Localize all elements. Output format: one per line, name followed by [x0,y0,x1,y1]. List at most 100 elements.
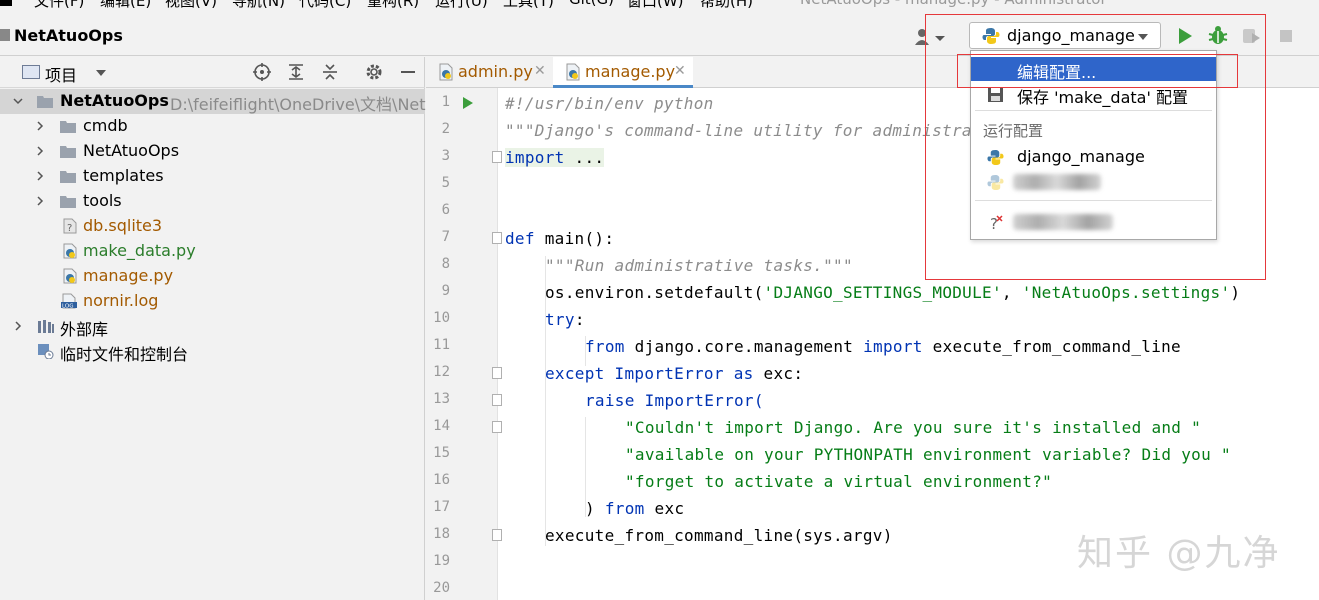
tree-file-manage[interactable]: manage.py [0,264,425,289]
config-item-blurred[interactable] [971,170,1216,194]
debug-icon[interactable] [1207,25,1229,47]
folder-icon [0,29,10,41]
menu-code[interactable]: 代码(C) [299,0,351,10]
window-title: NetAtuoOps - manage.py - Administrator [800,0,1107,8]
minimize-icon[interactable] [398,62,418,82]
run-config-selector[interactable]: django_manage [969,22,1161,49]
tree-external-libraries[interactable]: 外部库 [0,314,425,339]
gear-icon[interactable] [364,62,384,82]
folder-icon [60,121,76,133]
fold-marker-icon[interactable] [492,421,502,433]
chevron-down-icon[interactable] [12,95,24,107]
svg-text:?: ? [990,215,998,231]
library-icon [38,320,54,333]
fold-marker-icon[interactable] [492,394,502,406]
chevron-right-icon[interactable] [34,195,46,207]
chevron-down-icon[interactable] [96,70,106,76]
python-icon [982,28,1000,44]
line-number: 19 [433,553,450,569]
line-number: 16 [433,472,450,488]
chevron-right-icon[interactable] [12,320,24,332]
project-tool-window: 项目 NetAtuoOps D:\feifeiflight\OneDrive\文… [0,57,426,600]
tree-file-label: db.sqlite3 [83,216,163,235]
run-gutter-icon[interactable] [462,96,474,110]
line-number: 17 [433,499,450,515]
line-number: 2 [441,121,450,137]
user-icon[interactable] [913,27,947,47]
stop-icon[interactable] [1276,25,1298,47]
project-panel-header: 项目 [0,57,425,88]
locate-file-icon[interactable] [252,62,272,82]
tree-file-label: nornir.log [83,291,159,310]
code-line-12: except ImportError as exc: [545,364,804,383]
line-number: 10 [433,310,450,326]
config-item-django-manage[interactable]: django_manage [971,145,1216,169]
menu-window[interactable]: 窗口(W) [627,0,684,10]
code-line-14: "Couldn't import Django. Are you sure it… [625,418,1202,437]
chevron-right-icon[interactable] [34,120,46,132]
python-file-icon [439,63,453,81]
menu-view[interactable]: 视图(V) [165,0,217,10]
python-icon [987,174,1004,191]
edit-configurations-label: 编辑配置... [1017,63,1097,82]
line-number: 13 [433,391,450,407]
tree-folder-templates[interactable]: templates [0,164,425,189]
collapse-all-icon[interactable] [320,62,340,82]
scratches-icon [38,344,54,359]
code-line-2: """Django's command-line utility for adm… [505,121,972,140]
fold-marker-icon[interactable] [492,151,502,163]
line-number: 3 [441,148,450,164]
menu-file[interactable]: 文件(F) [34,0,84,10]
menu-run[interactable]: 运行(U) [435,0,488,10]
chevron-right-icon[interactable] [34,170,46,182]
tree-file-db-sqlite3[interactable]: ? db.sqlite3 [0,214,425,239]
tree-file-label: manage.py [83,266,174,285]
menu-refactor[interactable]: 重构(R) [367,0,419,10]
menu-help[interactable]: 帮助(H) [700,0,753,10]
tree-folder-netatuoops[interactable]: NetAtuoOps [0,139,425,164]
expand-all-icon[interactable] [286,62,306,82]
run-config-dropdown: 编辑配置... 保存 'make_data' 配置 运行配置 django_ma… [970,50,1217,240]
save-icon [988,87,1003,102]
tree-file-nornir-log[interactable]: LOG nornir.log [0,289,425,314]
tree-file-make-data[interactable]: make_data.py [0,239,425,264]
save-configuration-item[interactable]: 保存 'make_data' 配置 [971,82,1216,107]
editor-gutter: 1 2 3 5 6 7 8 9 10 11 12 13 14 15 16 17 … [426,88,502,600]
unknown-file-icon: ? [63,218,77,234]
close-icon[interactable]: ✕ [674,63,686,79]
fold-marker-icon[interactable] [492,367,502,379]
code-line-8: """Run administrative tasks.""" [545,256,853,275]
menu-git[interactable]: Git(G) [569,0,614,8]
menu-navigate[interactable]: 导航(N) [232,0,285,10]
edit-configurations-item[interactable]: 编辑配置... [971,57,1216,82]
log-file-icon: LOG [61,293,77,309]
close-icon[interactable]: ✕ [534,63,546,79]
python-icon [987,149,1004,166]
tab-admin-py[interactable]: admin.py ✕ [426,57,552,88]
tree-folder-label: tools [83,191,122,210]
tree-root-node[interactable]: NetAtuoOps D:\feifeiflight\OneDrive\文档\N… [0,89,426,114]
fold-marker-icon[interactable] [492,529,502,541]
line-number: 18 [433,526,450,542]
python-file-icon [566,63,580,81]
menu-tools[interactable]: 工具(T) [503,0,554,10]
run-icon[interactable] [1174,25,1196,47]
run-with-coverage-icon[interactable] [1240,25,1262,47]
fold-marker-icon[interactable] [492,232,502,244]
separator [975,200,1212,201]
breadcrumb-project[interactable]: NetAtuoOps [14,26,123,45]
line-number: 20 [433,580,450,596]
menu-edit[interactable]: 编辑(E) [100,0,151,10]
tree-file-label: make_data.py [83,241,196,260]
unknown-config-icon: ? [990,215,1003,231]
tab-label: manage.py [585,62,676,81]
main-menu-bar: 文件(F) 编辑(E) 视图(V) 导航(N) 代码(C) 重构(R) 运行(U… [0,0,1319,10]
tree-folder-tools[interactable]: tools [0,189,425,214]
project-panel-title[interactable]: 项目 [45,62,77,86]
chevron-right-icon[interactable] [34,145,46,157]
code-line-3: import ... [505,148,605,167]
config-item-blurred-2[interactable]: ? [971,210,1216,234]
tab-manage-py[interactable]: manage.py ✕ [553,57,693,88]
tree-scratches[interactable]: 临时文件和控制台 [0,339,425,364]
tree-folder-cmdb[interactable]: cmdb [0,114,425,139]
